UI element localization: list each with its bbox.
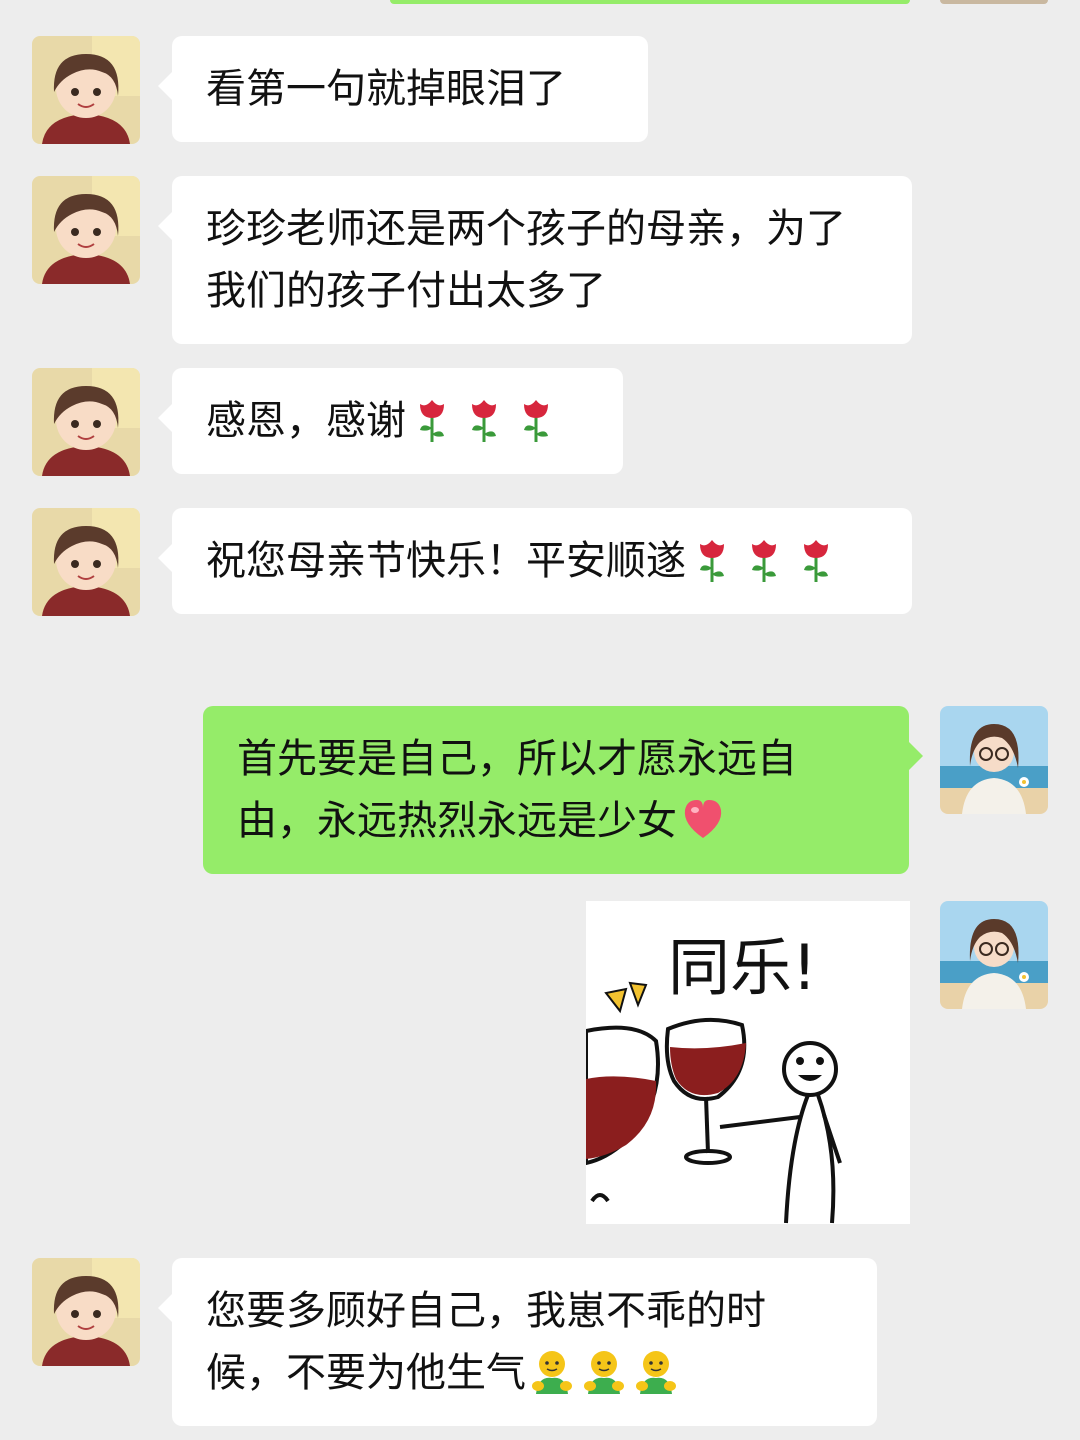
message-text: 祝您母亲节快乐！平安顺遂	[206, 538, 686, 584]
my-avatar[interactable]	[940, 706, 1048, 814]
girl-avatar-icon	[32, 176, 140, 284]
chat-bubble-received[interactable]: 看第一句就掉眼泪了	[158, 36, 648, 142]
message-text: 感恩，感谢	[206, 398, 406, 444]
rose-icon	[460, 394, 508, 444]
rose-icon	[512, 394, 560, 444]
message-text: 看第一句就掉眼泪了	[206, 66, 566, 112]
chat-bubble-received[interactable]: 感恩，感谢	[158, 368, 623, 474]
rose-icon	[408, 394, 456, 444]
rose-icon	[688, 534, 736, 584]
chat-bubble-received[interactable]: 您要多顾好自己，我崽不乖的时候，不要为他生气	[158, 1258, 877, 1426]
hug-icon	[580, 1346, 628, 1396]
chat-bubble-received[interactable]: 珍珍老师还是两个孩子的母亲，为了我们的孩子付出太多了	[158, 176, 912, 344]
girl-avatar-icon	[32, 508, 140, 616]
contact-avatar[interactable]	[32, 176, 140, 284]
contact-avatar[interactable]	[32, 508, 140, 616]
previous-message-bubble-edge	[390, 0, 910, 4]
rose-icon	[740, 534, 788, 584]
contact-avatar[interactable]	[32, 1258, 140, 1366]
message-text: 珍珍老师还是两个孩子的母亲，为了我们的孩子付出太多了	[206, 206, 846, 314]
previous-avatar-edge	[940, 0, 1048, 4]
girl-glasses-avatar-icon	[940, 706, 1048, 814]
hug-icon	[528, 1346, 576, 1396]
hug-icon	[632, 1346, 680, 1396]
girl-avatar-icon	[32, 368, 140, 476]
contact-avatar[interactable]	[32, 36, 140, 144]
wine-toast-sticker[interactable]: 同乐!	[586, 901, 910, 1224]
girl-avatar-icon	[32, 36, 140, 144]
message-text: 您要多顾好自己，我崽不乖的时候，不要为他生气	[206, 1288, 766, 1396]
contact-avatar[interactable]	[32, 368, 140, 476]
girl-glasses-avatar-icon	[940, 901, 1048, 1009]
chat-bubble-received[interactable]: 祝您母亲节快乐！平安顺遂	[158, 508, 912, 614]
chat-bubble-sent[interactable]: 首先要是自己，所以才愿永远自由，永远热烈永远是少女	[203, 706, 923, 874]
girl-avatar-icon	[32, 1258, 140, 1366]
rose-icon	[792, 534, 840, 584]
sticker-text: 同乐!	[668, 931, 817, 1004]
heart-icon	[679, 794, 727, 844]
my-avatar[interactable]	[940, 901, 1048, 1009]
